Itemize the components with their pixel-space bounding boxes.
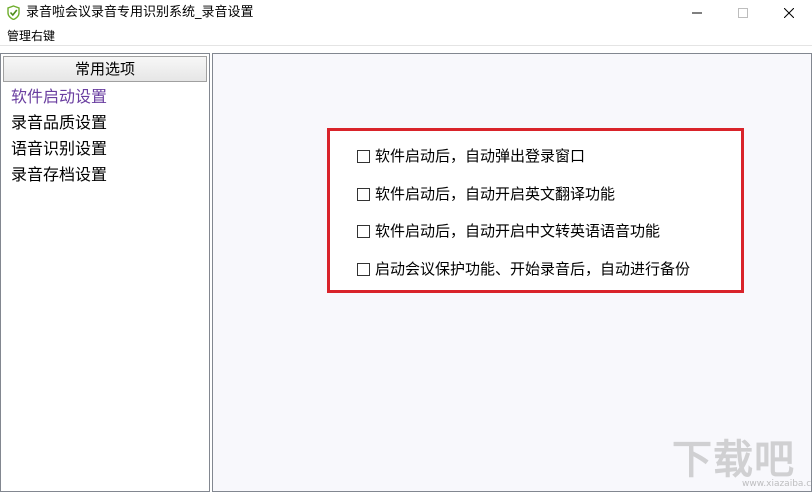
app-logo-icon — [7, 5, 20, 20]
checkbox[interactable] — [357, 187, 370, 201]
option-auto-login-window[interactable]: 软件启动后，自动弹出登录窗口 — [357, 145, 585, 167]
option-label: 软件启动后，自动弹出登录窗口 — [375, 147, 586, 165]
sidebar-item-speech-recognition[interactable]: 语音识别设置 — [1, 136, 209, 162]
maximize-icon — [738, 8, 748, 18]
sidebar-item-recording-archive[interactable]: 录音存档设置 — [1, 162, 209, 188]
option-label: 启动会议保护功能、开始录音后，自动进行备份 — [375, 260, 691, 278]
close-icon — [784, 8, 794, 18]
sidebar-list: 软件启动设置 录音品质设置 语音识别设置 录音存档设置 — [1, 84, 209, 188]
option-label: 软件启动后，自动开启中文转英语语音功能 — [375, 222, 661, 240]
checkbox[interactable] — [357, 262, 370, 276]
option-meeting-protection-backup[interactable]: 启动会议保护功能、开始录音后，自动进行备份 — [357, 258, 690, 280]
minimize-button[interactable] — [674, 0, 720, 26]
sidebar-header-button[interactable]: 常用选项 — [3, 56, 207, 82]
checkbox[interactable] — [357, 224, 370, 238]
watermark: 下载吧 www.xiazaiba.com — [672, 432, 812, 492]
checkbox[interactable] — [357, 149, 370, 163]
option-auto-chinese-to-english-speech[interactable]: 软件启动后，自动开启中文转英语语音功能 — [357, 220, 660, 242]
minimize-icon — [692, 12, 702, 14]
close-button[interactable] — [766, 0, 812, 26]
watermark-url: www.xiazaiba.com — [742, 479, 812, 489]
menu-bar: 管理右键 — [0, 26, 812, 46]
sidebar-item-recording-quality[interactable]: 录音品质设置 — [1, 110, 209, 136]
maximize-button[interactable] — [720, 0, 766, 26]
sidebar: 常用选项 软件启动设置 录音品质设置 语音识别设置 录音存档设置 — [0, 53, 210, 492]
title-bar: 录音啦会议录音专用识别系统_录音设置 — [0, 0, 812, 26]
sidebar-item-startup-settings[interactable]: 软件启动设置 — [1, 84, 209, 110]
option-auto-english-translation[interactable]: 软件启动后，自动开启英文翻译功能 — [357, 183, 615, 205]
option-label: 软件启动后，自动开启英文翻译功能 — [375, 185, 616, 203]
window-title: 录音啦会议录音专用识别系统_录音设置 — [26, 5, 254, 20]
menu-item-manage-right-click[interactable]: 管理右键 — [7, 28, 55, 44]
